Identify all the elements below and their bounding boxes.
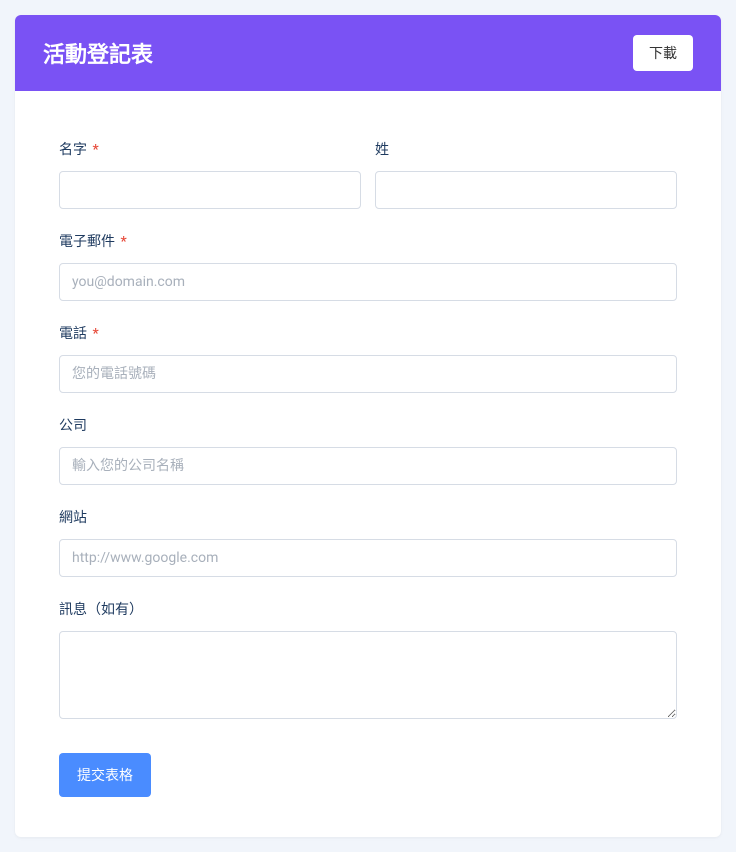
phone-input[interactable] bbox=[59, 355, 677, 393]
required-indicator: * bbox=[92, 142, 98, 158]
required-indicator: * bbox=[92, 326, 98, 342]
website-group: 網站 bbox=[59, 507, 677, 577]
email-input[interactable] bbox=[59, 263, 677, 301]
form-header: 活動登記表 下載 bbox=[15, 15, 721, 91]
company-group: 公司 bbox=[59, 415, 677, 485]
last-name-input[interactable] bbox=[375, 171, 677, 209]
message-label: 訊息（如有） bbox=[59, 599, 677, 619]
website-input[interactable] bbox=[59, 539, 677, 577]
phone-label: 電話 * bbox=[59, 323, 677, 343]
form-container: 活動登記表 下載 名字 * 姓 電子郵件 * bbox=[15, 15, 721, 837]
email-label: 電子郵件 * bbox=[59, 231, 677, 251]
company-label: 公司 bbox=[59, 415, 677, 435]
company-input[interactable] bbox=[59, 447, 677, 485]
last-name-label: 姓 bbox=[375, 139, 677, 159]
email-label-text: 電子郵件 bbox=[59, 234, 115, 250]
email-group: 電子郵件 * bbox=[59, 231, 677, 301]
message-textarea[interactable] bbox=[59, 631, 677, 719]
name-row: 名字 * 姓 bbox=[59, 139, 677, 209]
first-name-group: 名字 * bbox=[59, 139, 361, 209]
form-body: 名字 * 姓 電子郵件 * 電話 * 公司 bbox=[15, 91, 721, 837]
message-group: 訊息（如有） bbox=[59, 599, 677, 723]
download-button[interactable]: 下載 bbox=[633, 35, 693, 71]
phone-label-text: 電話 bbox=[59, 326, 87, 342]
required-indicator: * bbox=[120, 234, 126, 250]
first-name-input[interactable] bbox=[59, 171, 361, 209]
first-name-label-text: 名字 bbox=[59, 142, 87, 158]
phone-group: 電話 * bbox=[59, 323, 677, 393]
first-name-label: 名字 * bbox=[59, 139, 361, 159]
website-label: 網站 bbox=[59, 507, 677, 527]
submit-button[interactable]: 提交表格 bbox=[59, 753, 151, 797]
last-name-group: 姓 bbox=[375, 139, 677, 209]
form-title: 活動登記表 bbox=[43, 37, 153, 69]
